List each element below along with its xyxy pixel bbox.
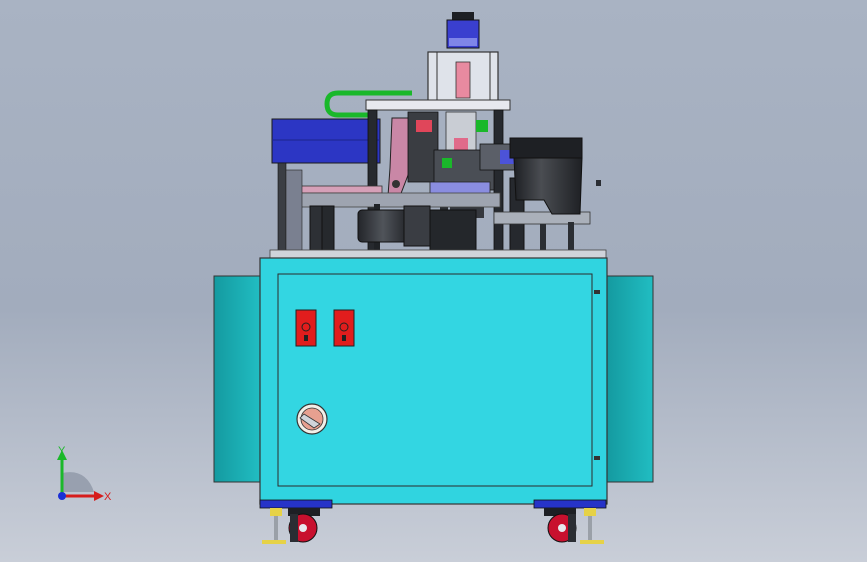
y-axis-label: Y [58, 445, 66, 457]
motor-icon [357, 205, 431, 247]
machine-model: Y X [57, 12, 654, 544]
leveling-foot-right-icon [580, 508, 604, 544]
leveling-foot-left-icon [262, 508, 286, 544]
red-switch-left[interactable] [295, 309, 317, 347]
caster-wheel-left-icon [288, 508, 320, 543]
x-axis-label: X [104, 491, 112, 503]
control-cabinet [213, 257, 654, 509]
axis-triad: Y X [57, 445, 112, 503]
cad-viewport[interactable]: Y X [0, 0, 867, 562]
z-axis-icon [58, 492, 66, 500]
upper-mechanism [269, 12, 607, 261]
red-switch-right[interactable] [333, 309, 355, 347]
rotary-knob-icon[interactable] [296, 403, 328, 435]
caster-wheel-right-icon [544, 508, 577, 543]
cylinder-icon [446, 12, 480, 49]
